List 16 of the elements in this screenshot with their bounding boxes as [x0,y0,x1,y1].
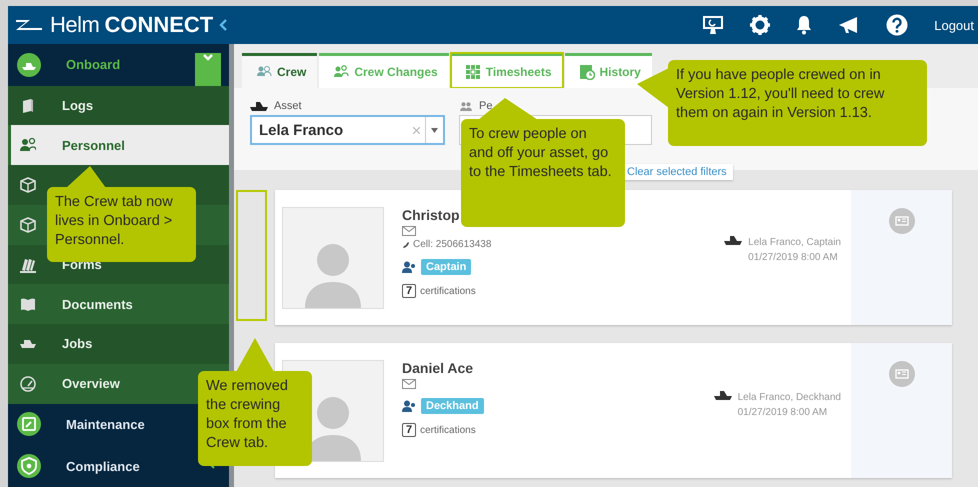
logo-text: Helm CONNECT [50,12,214,38]
assignment-date: 01/27/2019 8:00 AM [748,251,839,265]
callout-tooltip: The Crew tab now lives in Onboard > Personnel. [47,166,196,262]
assignment-text: Lela Franco, Deckhand [738,391,841,405]
certifications-label: certifications [420,424,476,436]
field-label: Pe [479,100,492,112]
callout-tooltip: We removed the crewing box from the Crew tab. [198,338,312,466]
field-label: Asset [274,100,302,112]
certifications-label: certifications [420,286,476,296]
role-badge: Captain [421,259,472,275]
assignment-date: 01/27/2019 8:00 AM [738,406,828,420]
assignment-text: Lela Franco, Captain [748,236,841,250]
certification-count: 7 [402,423,416,437]
certification-count: 7 [402,284,416,298]
phone-number: Cell: 2506613438 [402,239,492,250]
role-badge: Deckhand [421,398,484,414]
